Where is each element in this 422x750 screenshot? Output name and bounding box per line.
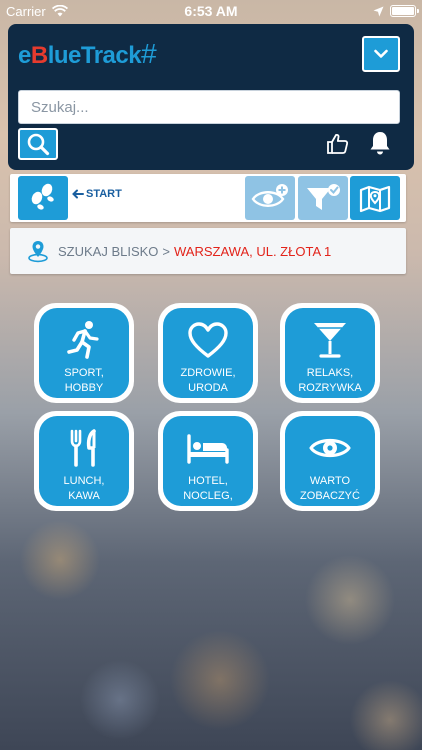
tile-label-line1: HOTEL, <box>188 475 228 487</box>
eye-plus-icon <box>251 184 288 207</box>
menu-dropdown-button[interactable] <box>362 36 400 72</box>
tile-label-line2: ROZRYWKA <box>298 382 362 394</box>
category-lunch-kawa[interactable]: LUNCH, KAWA <box>34 411 134 511</box>
fork-knife-icon <box>70 429 96 467</box>
arrow-left-icon <box>72 189 84 199</box>
filter-check-icon <box>307 184 340 210</box>
search-nearby-label: SZUKAJ BLISKO <box>58 243 159 259</box>
start-hint: START <box>72 188 122 200</box>
header-panel: eBlueTrack# <box>8 24 414 170</box>
search-button[interactable] <box>18 128 58 160</box>
tile-label-line2: KAWA <box>68 490 100 502</box>
chevron-down-icon <box>374 49 388 58</box>
category-hotel-nocleg[interactable]: HOTEL, NOCLEG, <box>158 411 258 511</box>
app-logo: eBlueTrack# <box>18 38 157 69</box>
current-address: WARSZAWA, UL. ZŁOTA 1 <box>174 243 332 259</box>
map-icon <box>359 185 391 213</box>
category-sport-hobby[interactable]: SPORT, HOBBY <box>34 303 134 403</box>
tile-label-line2: ZOBACZYĆ <box>300 490 360 502</box>
start-footsteps-button[interactable] <box>18 176 68 220</box>
tile-label-line2: NOCLEG, <box>183 490 233 502</box>
category-warto-zobaczyc[interactable]: WARTO ZOBACZYĆ <box>280 411 380 511</box>
tile-label-line1: LUNCH, <box>63 475 105 487</box>
tile-label-line2: HOBBY <box>64 382 104 394</box>
status-time: 6:53 AM <box>184 3 238 19</box>
map-button[interactable] <box>350 176 400 220</box>
location-separator: > <box>162 243 171 259</box>
thumbs-up-icon[interactable] <box>326 132 350 156</box>
tile-label-line1: SPORT, <box>64 367 104 379</box>
running-person-icon <box>67 321 99 359</box>
category-relaks-rozrywka[interactable]: RELAKS, ROZRYWKA <box>280 303 380 403</box>
category-zdrowie-uroda[interactable]: ZDROWIE, URODA <box>158 303 258 403</box>
eye-icon <box>309 438 351 458</box>
location-pin-icon <box>28 241 48 263</box>
battery-icon <box>390 5 419 17</box>
search-input[interactable] <box>18 90 400 124</box>
tile-label-line2: URODA <box>188 382 228 394</box>
search-icon <box>27 133 50 156</box>
tile-label-line1: ZDROWIE, <box>180 367 236 379</box>
watch-add-button[interactable] <box>245 176 295 220</box>
footsteps-icon <box>31 183 54 210</box>
heart-icon <box>188 322 228 358</box>
start-label: START <box>86 188 122 200</box>
filter-button[interactable] <box>298 176 348 220</box>
search-nearby-bar[interactable]: SZUKAJ BLISKO > WARSZAWA, UL. ZŁOTA 1 <box>10 228 406 274</box>
status-bar: Carrier 6:53 AM <box>0 0 422 22</box>
bell-icon[interactable] <box>368 130 392 156</box>
tile-label-line1: WARTO <box>309 475 351 487</box>
tile-label-line1: RELAKS, <box>306 367 354 379</box>
toolbar: START <box>10 174 406 222</box>
bed-icon <box>187 434 229 464</box>
cocktail-glass-icon <box>314 323 346 358</box>
